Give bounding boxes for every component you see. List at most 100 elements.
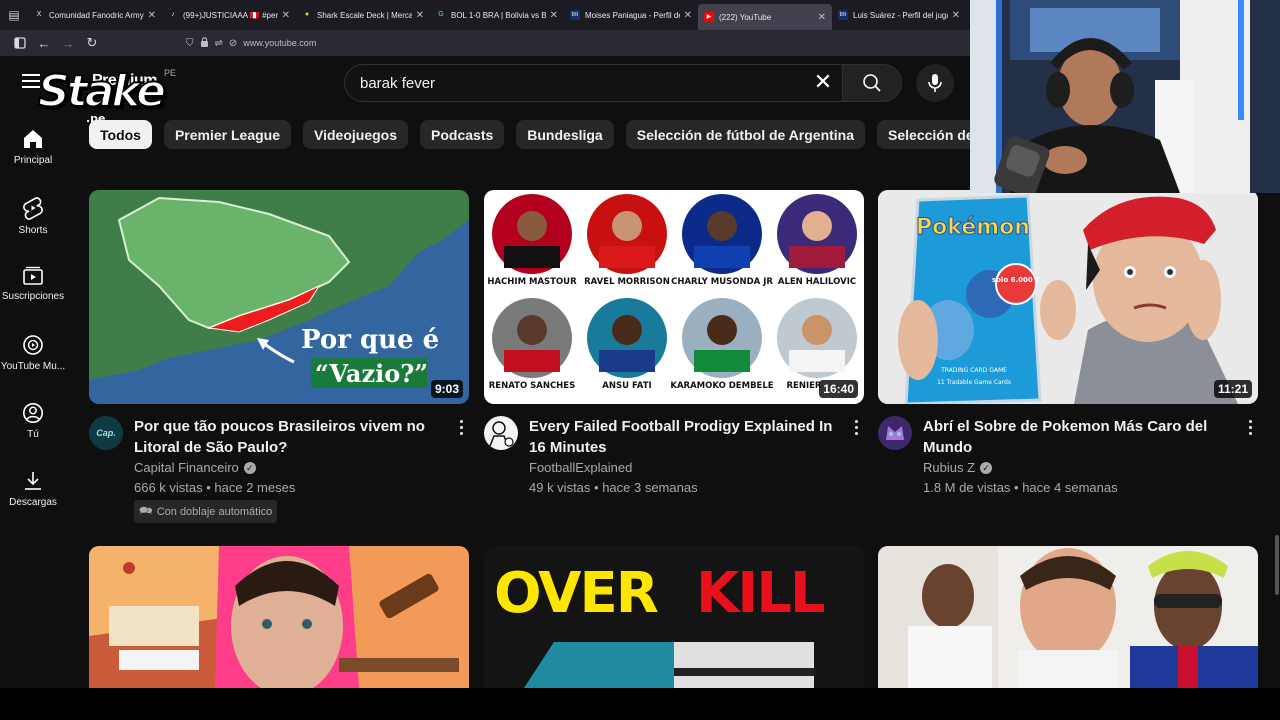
close-tab-icon[interactable]: ✕: [684, 10, 692, 21]
search-input[interactable]: barak fever: [344, 64, 842, 102]
player-label: KARAMOKO DEMBELE: [670, 381, 773, 391]
channel-name[interactable]: Capital Financeiro: [134, 460, 239, 475]
avatar[interactable]: Cap.: [89, 416, 123, 450]
avatar[interactable]: [878, 416, 912, 450]
lock-icon[interactable]: [200, 36, 209, 50]
nav-label: Tú: [27, 429, 39, 440]
home-icon: [24, 130, 42, 148]
browser-tab[interactable]: ● Shark Escale Deck | Mercad ✕: [296, 0, 430, 30]
subscriptions-icon: [23, 266, 43, 285]
video-title[interactable]: Por que tão poucos Brasileiros vivem no …: [134, 416, 443, 458]
tab-title: BOL 1-0 BRA | Bolivia vs Br: [451, 10, 546, 20]
verified-icon: ✓: [980, 461, 993, 474]
tab-list-icon[interactable]: ▤: [0, 0, 28, 30]
thumbnail-caption-line-2: “Vazio?”: [315, 359, 428, 388]
you-icon: [23, 403, 43, 423]
shield-icon[interactable]: ⛉: [186, 38, 194, 49]
sidebar-toggle-icon[interactable]: [8, 32, 32, 54]
nav-item-home[interactable]: Principal: [0, 128, 66, 166]
close-tab-icon[interactable]: ✕: [416, 10, 424, 21]
avatar-text: Cap.: [96, 428, 116, 438]
download-icon: [25, 472, 41, 490]
video-card[interactable]: [89, 546, 469, 688]
player-label: HACHIM MASTOUR: [487, 277, 577, 287]
video-card[interactable]: OVER KILL: [484, 546, 864, 688]
video-thumbnail[interactable]: HACHIM MASTOUR RAVEL MORRISON CHARLY MUS…: [484, 190, 864, 404]
more-options-icon[interactable]: [854, 420, 860, 438]
channel-row: Rubius Z ✓: [923, 460, 1258, 475]
youtube-icon: ▶: [704, 12, 714, 22]
chip-videogames[interactable]: Videojuegos: [303, 120, 409, 149]
video-card[interactable]: Pokémon solo 6.000 € TRADING CARD GAME 1…: [878, 190, 1258, 524]
nav-item-shorts[interactable]: Shorts: [0, 196, 66, 236]
voice-search-button[interactable]: [916, 64, 954, 102]
browser-tab[interactable]: tm Moises Paniagua - Perfil de ✕: [564, 0, 698, 30]
shorts-icon: [23, 197, 43, 220]
avatar[interactable]: [484, 416, 518, 450]
more-options-icon[interactable]: [1248, 420, 1254, 438]
video-thumbnail[interactable]: Por que é “Vazio?” 9:03: [89, 190, 469, 404]
chip-bundesliga[interactable]: Bundesliga: [516, 120, 614, 149]
filter-chips: Todos Premier League Videojuegos Podcast…: [89, 120, 1083, 150]
chip-argentina[interactable]: Selección de fútbol de Argentina: [625, 120, 866, 149]
browser-tab-active[interactable]: ▶ (222) YouTube ✕: [698, 4, 832, 30]
video-card[interactable]: HACHIM MASTOUR RAVEL MORRISON CHARLY MUS…: [484, 190, 864, 524]
video-thumbnail[interactable]: Pokémon solo 6.000 € TRADING CARD GAME 1…: [878, 190, 1258, 404]
video-stats: 666 k vistas • hace 2 meses: [134, 480, 296, 495]
player-label: RENATO SANCHES: [489, 381, 575, 391]
video-meta: Cap. Por que tão poucos Brasileiros vive…: [89, 404, 469, 524]
player-label: RAVEL MORRISON: [584, 277, 670, 287]
shop-icon: ●: [304, 11, 310, 18]
more-options-icon[interactable]: [459, 420, 465, 438]
player-label: ALEN HALILOVIC: [778, 277, 856, 287]
tracking-off-icon[interactable]: ⊘: [229, 38, 237, 49]
video-thumbnail[interactable]: OVER KILL: [484, 546, 864, 688]
page-scrollbar[interactable]: [1275, 535, 1279, 595]
permissions-icon[interactable]: ⇌: [215, 38, 223, 49]
close-tab-icon[interactable]: ✕: [550, 10, 558, 21]
nav-item-downloads[interactable]: Descargas: [0, 470, 66, 508]
clear-search-icon[interactable]: ✕: [812, 71, 834, 94]
video-title[interactable]: Every Failed Football Prodigy Explained …: [529, 416, 838, 458]
chip-all[interactable]: Todos: [89, 120, 152, 149]
transfermarkt-icon: tm: [570, 10, 580, 20]
back-icon[interactable]: ←: [32, 32, 56, 54]
reload-icon[interactable]: ↻: [80, 32, 104, 54]
thumbnail-caption-line-1: Por que é: [301, 325, 439, 355]
browser-tab[interactable]: G BOL 1-0 BRA | Bolivia vs Br ✕: [430, 0, 564, 30]
video-meta: Abrí el Sobre de Pokemon Más Caro del Mu…: [878, 404, 1258, 524]
channel-name[interactable]: Rubius Z: [923, 460, 975, 475]
video-thumbnail[interactable]: [89, 546, 469, 688]
browser-tab[interactable]: ♪ (99+)JUSTICIAAA 🇵🇪 #peru ✕: [162, 0, 296, 30]
url-bar[interactable]: ⛉ ⇌ ⊘ www.youtube.com: [186, 36, 317, 50]
close-tab-icon[interactable]: ✕: [818, 12, 826, 23]
browser-tab[interactable]: X Comunidad Fanodric Army ✕: [28, 0, 162, 30]
nav-item-youtube-music[interactable]: YouTube Mu...: [0, 334, 66, 372]
close-tab-icon[interactable]: ✕: [952, 10, 960, 21]
nav-item-you[interactable]: Tú: [0, 402, 66, 440]
screen: ▤ X Comunidad Fanodric Army ✕ ♪ (99+)JUS…: [0, 0, 1280, 720]
url-text: www.youtube.com: [243, 38, 317, 48]
search-button[interactable]: [842, 64, 902, 102]
video-card[interactable]: [878, 546, 1258, 688]
streamer-webcam: [970, 0, 1280, 193]
forward-icon[interactable]: →: [56, 32, 80, 54]
nav-item-subscriptions[interactable]: Suscripciones: [0, 266, 66, 302]
stake-overlay-logo: Stake .pe: [37, 65, 167, 126]
thumbnail-overkill-yellow: OVER: [494, 561, 658, 626]
browser-tab[interactable]: tm Luis Suárez - Perfil del juga ✕: [832, 0, 966, 30]
video-title[interactable]: Abrí el Sobre de Pokemon Más Caro del Mu…: [923, 416, 1232, 458]
thumbnail-overkill-red: KILL: [696, 561, 825, 626]
close-tab-icon[interactable]: ✕: [282, 10, 290, 21]
player-label: CHARLY MUSONDA JR: [671, 277, 773, 287]
chip-podcasts[interactable]: Podcasts: [420, 120, 505, 149]
tiktok-icon: ♪: [171, 11, 175, 18]
nav-label: Principal: [13, 155, 53, 166]
close-tab-icon[interactable]: ✕: [148, 10, 156, 21]
chip-premier-league[interactable]: Premier League: [163, 120, 292, 149]
video-thumbnail[interactable]: [878, 546, 1258, 688]
video-card[interactable]: Por que é “Vazio?” 9:03 Cap. Por que tão…: [89, 190, 469, 524]
tab-title: Moises Paniagua - Perfil de: [585, 10, 680, 20]
transfermarkt-icon: tm: [838, 10, 848, 20]
channel-name[interactable]: FootballExplained: [529, 460, 632, 475]
